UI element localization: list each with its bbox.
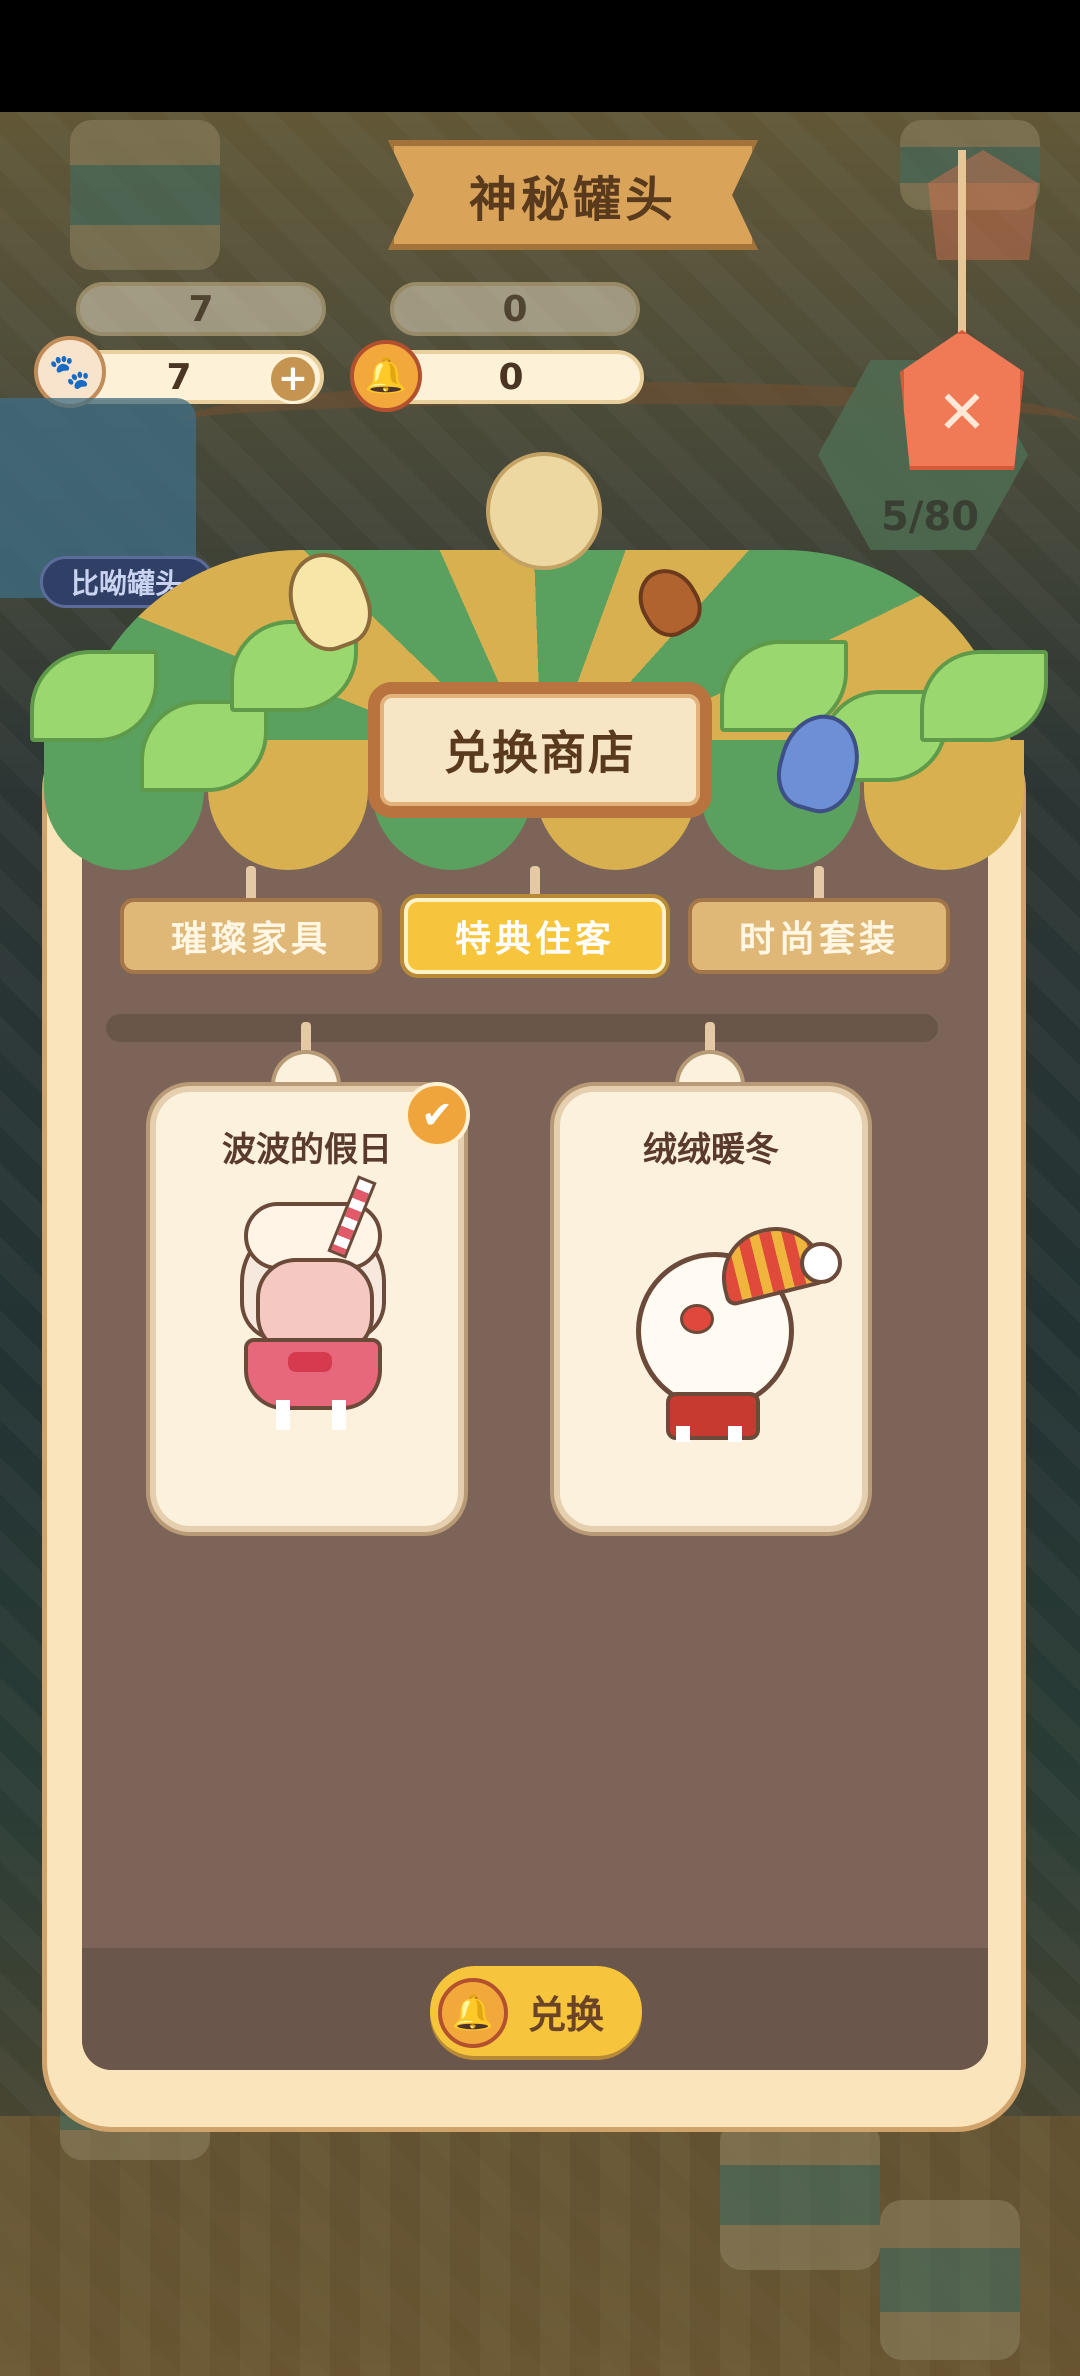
currency-paw-value: 7 — [166, 356, 192, 398]
redeem-label: 兑换 — [527, 1992, 604, 2037]
bobo-bow — [288, 1352, 332, 1372]
bell-icon: 🔔 — [350, 340, 422, 412]
add-paw-button[interactable]: + — [268, 354, 318, 404]
selected-check-icon: ✔ — [404, 1082, 470, 1148]
close-rope — [958, 150, 966, 350]
close-icon: ✕ — [936, 378, 988, 448]
tab-divider — [106, 1014, 938, 1042]
rongrong-hat-pom — [800, 1242, 842, 1284]
cat-ornament-icon — [486, 452, 602, 570]
page-title-banner: 神秘罐头 — [388, 140, 758, 250]
currency-bell-value: 0 — [498, 356, 524, 398]
currency-paw-value: 7 — [188, 288, 214, 330]
shop-title-plaque: 兑换商店 — [368, 682, 712, 818]
item-card-title: 绒绒暖冬 — [643, 1130, 779, 1170]
tab-furniture[interactable]: 璀璨家具 — [120, 898, 382, 974]
page-title: 神秘罐头 — [468, 172, 677, 228]
bobo-legs — [276, 1400, 346, 1430]
shop-title: 兑换商店 — [444, 726, 636, 780]
currency-bell-ghost: 0 — [390, 282, 640, 336]
bell-icon: 🔔 — [438, 1978, 508, 2048]
currency-paw-ghost: 7 — [76, 282, 326, 336]
collection-progress-text: 5/80 — [880, 494, 980, 540]
rongrong-nose — [680, 1304, 714, 1334]
tab-special-residents[interactable]: 特典住客 — [404, 898, 666, 974]
currency-bell-value: 0 — [502, 288, 528, 330]
status-bar — [0, 0, 1080, 112]
rongrong-legs — [676, 1426, 742, 1442]
tab-fashion-outfits[interactable]: 时尚套装 — [688, 898, 950, 974]
